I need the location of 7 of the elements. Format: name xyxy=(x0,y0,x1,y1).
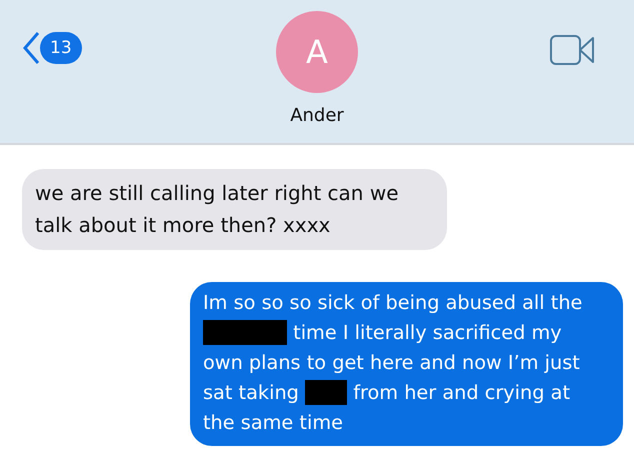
message-text: Im so so so sick of being abused all the time I literally sacrificed my own plans to get here and now I’m just sat taking from her and crying at the same time xyxy=(203,290,584,436)
contact-name: Ander xyxy=(290,105,344,126)
video-camera-icon[interactable] xyxy=(550,35,594,65)
back-chevron-icon[interactable] xyxy=(22,31,40,65)
unread-count-badge[interactable]: 13 xyxy=(40,32,82,64)
message-text: we are still calling later right can we talk about it more then? xxxx xyxy=(35,180,400,239)
contact-avatar[interactable]: A xyxy=(276,11,358,93)
